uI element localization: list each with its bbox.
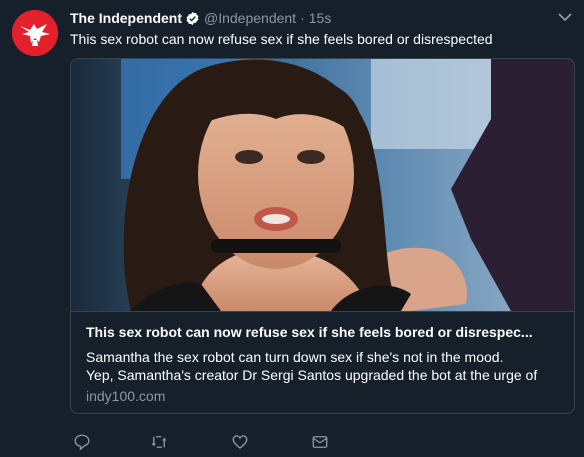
verified-badge-icon [185, 11, 200, 26]
independent-eagle-logo-icon [12, 10, 58, 56]
card-description: Samantha the sex robot can turn down sex… [86, 348, 566, 384]
envelope-icon [312, 436, 328, 448]
card-description-line: Yep, Samantha's creator Dr Sergi Santos … [86, 367, 538, 383]
author-name[interactable]: The Independent [70, 10, 182, 26]
retweet-icon [151, 436, 167, 448]
card-title[interactable]: This sex robot can now refuse sex if she… [86, 324, 566, 340]
tweet-actions [70, 430, 370, 454]
reply-button[interactable] [70, 430, 94, 454]
tweet-header: The Independent @Independent · 15s [70, 9, 544, 27]
card-domain[interactable]: indy100.com [86, 388, 165, 404]
avatar[interactable] [12, 10, 58, 56]
tweet-text: This sex robot can now refuse sex if she… [70, 31, 493, 47]
card-description-line: Samantha the sex robot can turn down sex… [86, 349, 504, 365]
card-image[interactable] [71, 59, 574, 311]
timestamp[interactable]: 15s [309, 10, 332, 26]
heart-icon [232, 435, 248, 449]
chevron-down-icon[interactable] [558, 12, 572, 22]
like-button[interactable] [228, 430, 252, 454]
link-card[interactable]: This sex robot can now refuse sex if she… [70, 58, 575, 414]
separator-dot: · [300, 10, 305, 26]
retweet-button[interactable] [147, 430, 171, 454]
message-button[interactable] [308, 430, 332, 454]
card-body[interactable]: This sex robot can now refuse sex if she… [71, 311, 574, 413]
reply-icon [74, 434, 90, 451]
author-handle[interactable]: @Independent [204, 10, 296, 26]
tweet[interactable]: The Independent @Independent · 15s This … [0, 0, 584, 457]
